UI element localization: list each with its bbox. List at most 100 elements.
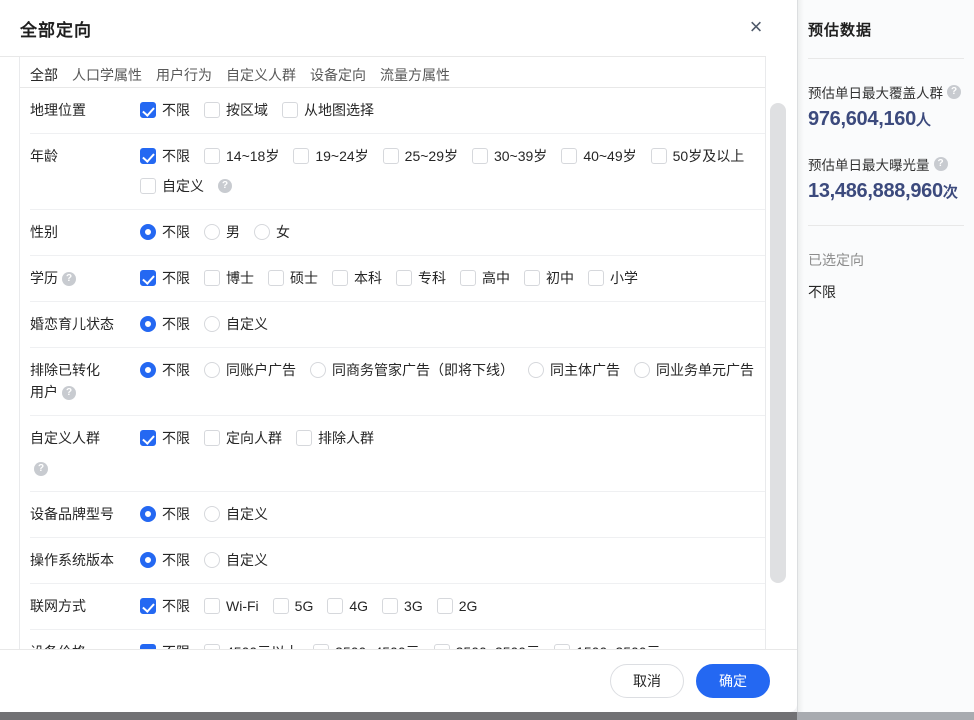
- checkbox-option[interactable]: 25~29岁: [383, 145, 458, 167]
- radio-option[interactable]: 不限: [140, 313, 190, 335]
- checkbox-option[interactable]: 本科: [332, 267, 382, 289]
- checkbox-option[interactable]: 2G: [437, 595, 478, 617]
- checkbox-option[interactable]: Wi-Fi: [204, 595, 259, 617]
- checkbox-option[interactable]: 排除人群: [296, 427, 374, 449]
- tab-2[interactable]: 用户行为: [156, 64, 212, 86]
- checkbox-option[interactable]: 不限: [140, 99, 190, 121]
- checkbox-option[interactable]: 5G: [273, 595, 314, 617]
- checkbox-icon[interactable]: [268, 270, 284, 286]
- checkbox-option[interactable]: 按区域: [204, 99, 268, 121]
- checkbox-option[interactable]: 小学: [588, 267, 638, 289]
- checkbox-icon[interactable]: [382, 598, 398, 614]
- cancel-button[interactable]: 取消: [610, 664, 684, 698]
- radio-option[interactable]: 不限: [140, 221, 190, 243]
- help-icon[interactable]: ?: [934, 157, 948, 171]
- checkbox-icon[interactable]: [396, 270, 412, 286]
- checkbox-option[interactable]: 初中: [524, 267, 574, 289]
- radio-option[interactable]: 同主体广告: [528, 359, 620, 381]
- checkbox-option[interactable]: 自定义: [140, 175, 204, 197]
- checkbox-icon[interactable]: [327, 598, 343, 614]
- checkbox-icon[interactable]: [140, 178, 156, 194]
- scrollbar-thumb[interactable]: [770, 103, 786, 583]
- checkbox-option[interactable]: 3500~4500元: [313, 641, 419, 649]
- checkbox-icon[interactable]: [293, 148, 309, 164]
- checkbox-icon[interactable]: [204, 102, 220, 118]
- checkbox-checked-icon[interactable]: [140, 598, 156, 614]
- checkbox-option[interactable]: 博士: [204, 267, 254, 289]
- radio-icon[interactable]: [634, 362, 650, 378]
- checkbox-option[interactable]: 3G: [382, 595, 423, 617]
- checkbox-icon[interactable]: [437, 598, 453, 614]
- close-icon[interactable]: ×: [741, 12, 771, 42]
- checkbox-icon[interactable]: [204, 598, 220, 614]
- confirm-button[interactable]: 确定: [696, 664, 770, 698]
- checkbox-option[interactable]: 2500~3500元: [434, 641, 540, 649]
- radio-icon[interactable]: [310, 362, 326, 378]
- checkbox-checked-icon[interactable]: [140, 430, 156, 446]
- radio-option[interactable]: 男: [204, 221, 240, 243]
- radio-icon[interactable]: [528, 362, 544, 378]
- radio-icon[interactable]: [204, 506, 220, 522]
- help-icon[interactable]: ?: [62, 386, 76, 400]
- radio-option[interactable]: 不限: [140, 359, 190, 381]
- radio-option[interactable]: 同账户广告: [204, 359, 296, 381]
- checkbox-option[interactable]: 4G: [327, 595, 368, 617]
- radio-checked-icon[interactable]: [140, 506, 156, 522]
- radio-option[interactable]: 自定义: [204, 503, 268, 525]
- checkbox-checked-icon[interactable]: [140, 102, 156, 118]
- tab-0[interactable]: 全部: [30, 64, 58, 86]
- help-icon[interactable]: ?: [34, 462, 48, 476]
- checkbox-option[interactable]: 14~18岁: [204, 145, 279, 167]
- checkbox-icon[interactable]: [204, 148, 220, 164]
- radio-option[interactable]: 不限: [140, 549, 190, 571]
- tab-1[interactable]: 人口学属性: [72, 64, 142, 86]
- help-icon[interactable]: ?: [218, 179, 232, 193]
- checkbox-option[interactable]: 不限: [140, 427, 190, 449]
- checkbox-option[interactable]: 不限: [140, 641, 190, 649]
- tab-5[interactable]: 流量方属性: [380, 64, 450, 86]
- checkbox-icon[interactable]: [332, 270, 348, 286]
- checkbox-option[interactable]: 不限: [140, 267, 190, 289]
- radio-option[interactable]: 自定义: [204, 549, 268, 571]
- radio-option[interactable]: 女: [254, 221, 290, 243]
- checkbox-icon[interactable]: [204, 270, 220, 286]
- radio-option[interactable]: 不限: [140, 503, 190, 525]
- checkbox-icon[interactable]: [273, 598, 289, 614]
- radio-option[interactable]: 自定义: [204, 313, 268, 335]
- radio-icon[interactable]: [204, 552, 220, 568]
- checkbox-option[interactable]: 30~39岁: [472, 145, 547, 167]
- radio-checked-icon[interactable]: [140, 552, 156, 568]
- checkbox-option[interactable]: 19~24岁: [293, 145, 368, 167]
- checkbox-option[interactable]: 4500元以上: [204, 641, 299, 649]
- radio-option[interactable]: 同业务单元广告: [634, 359, 754, 381]
- checkbox-icon[interactable]: [524, 270, 540, 286]
- checkbox-option[interactable]: 定向人群: [204, 427, 282, 449]
- radio-icon[interactable]: [254, 224, 270, 240]
- radio-checked-icon[interactable]: [140, 224, 156, 240]
- radio-icon[interactable]: [204, 224, 220, 240]
- checkbox-checked-icon[interactable]: [140, 270, 156, 286]
- radio-option[interactable]: 同商务管家广告（即将下线）: [310, 359, 514, 381]
- checkbox-icon[interactable]: [460, 270, 476, 286]
- radio-icon[interactable]: [204, 362, 220, 378]
- checkbox-option[interactable]: 不限: [140, 595, 190, 617]
- checkbox-option[interactable]: 高中: [460, 267, 510, 289]
- checkbox-option[interactable]: 1500~2500元: [554, 641, 660, 649]
- scroll-area[interactable]: 全部人口学属性用户行为自定义人群设备定向流量方属性 地理位置不限按区域从地图选择…: [19, 57, 766, 649]
- help-icon[interactable]: ?: [62, 272, 76, 286]
- checkbox-option[interactable]: 50岁及以上: [651, 145, 745, 167]
- checkbox-icon[interactable]: [204, 430, 220, 446]
- checkbox-option[interactable]: 硕士: [268, 267, 318, 289]
- checkbox-icon[interactable]: [472, 148, 488, 164]
- radio-checked-icon[interactable]: [140, 362, 156, 378]
- help-icon[interactable]: ?: [947, 85, 961, 99]
- checkbox-icon[interactable]: [383, 148, 399, 164]
- tab-4[interactable]: 设备定向: [310, 64, 366, 86]
- checkbox-option[interactable]: 40~49岁: [561, 145, 636, 167]
- radio-checked-icon[interactable]: [140, 316, 156, 332]
- checkbox-option[interactable]: 不限: [140, 145, 190, 167]
- checkbox-option[interactable]: 专科: [396, 267, 446, 289]
- checkbox-icon[interactable]: [588, 270, 604, 286]
- tab-3[interactable]: 自定义人群: [226, 64, 296, 86]
- checkbox-icon[interactable]: [651, 148, 667, 164]
